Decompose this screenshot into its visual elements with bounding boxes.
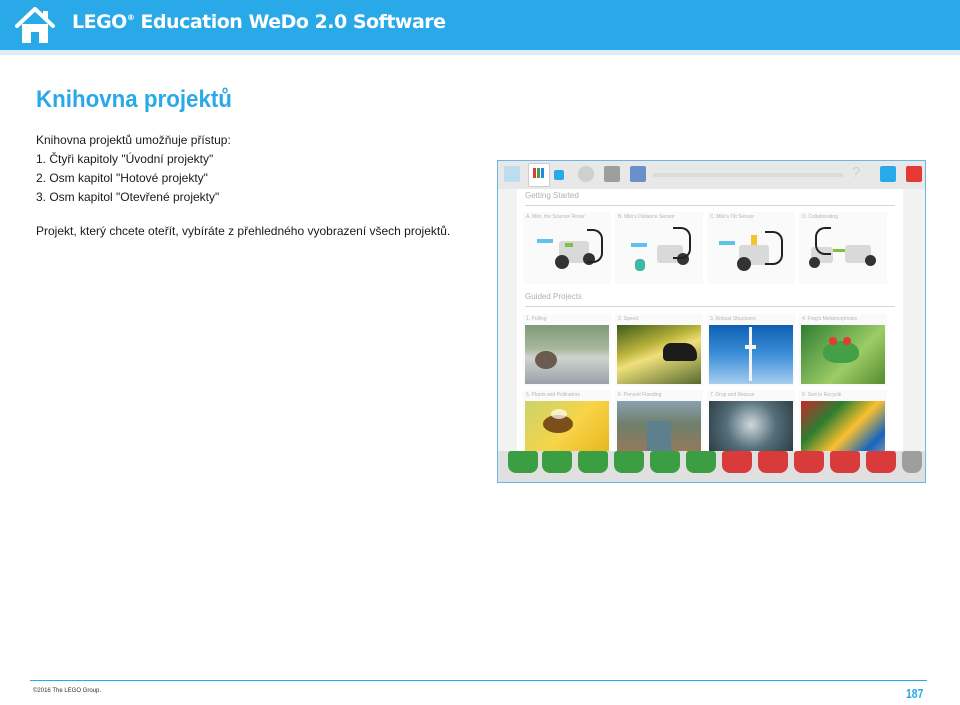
project-card[interactable]: 4. Frog's Metamorphosis <box>799 314 887 386</box>
robot-image <box>617 223 701 282</box>
block-palette <box>498 451 925 482</box>
copyright: ©2016 The LEGO Group. <box>33 688 102 694</box>
project-card[interactable]: 3. Robust Structures <box>707 314 795 386</box>
header-bar: LEGO® Education WeDo 2.0 Software <box>0 0 960 50</box>
list-item: 1. Čtyři kapitoly "Úvodní projekty" <box>36 152 214 166</box>
page-number: 187 <box>906 686 924 701</box>
project-card[interactable]: C. Milo's Tilt Sensor <box>707 212 795 284</box>
car-image <box>617 325 701 384</box>
camera-icon <box>604 166 620 182</box>
robot-image <box>709 223 793 282</box>
card-label: A. Milo, the Science Rover <box>526 214 585 220</box>
card-label: 2. Speed <box>618 316 639 322</box>
block-icon <box>554 170 564 180</box>
project-card[interactable]: 2. Speed <box>615 314 703 386</box>
card-label: 1. Pulling <box>526 316 547 322</box>
document-icon <box>630 166 646 182</box>
screen-icon <box>880 166 896 182</box>
gear-icon <box>578 166 594 182</box>
home-icon <box>504 166 520 182</box>
section-title: Getting Started <box>525 191 579 200</box>
help-icon: ? <box>852 164 861 181</box>
list-item: 3. Osm kapitol "Otevřené projekty" <box>36 190 220 204</box>
library-icon <box>528 163 550 187</box>
project-card[interactable]: D. Collaborating <box>799 212 887 284</box>
robot-image <box>525 223 609 282</box>
home-icon[interactable] <box>13 4 57 46</box>
card-label: B. Milo's Distance Sensor <box>618 214 675 220</box>
card-label: 8. Sort to Recycle <box>802 392 842 398</box>
body-text: Knihovna projektů umožňuje přístup: 1. Č… <box>36 131 476 239</box>
intro-text: Knihovna projektů umožňuje přístup: <box>36 133 231 147</box>
project-grid: Getting Started A. Milo, the Science Rov… <box>517 189 903 462</box>
progress-track <box>653 173 843 177</box>
stop-icon <box>906 166 922 182</box>
header-divider <box>0 50 960 55</box>
page-title: Knihovna projektů <box>36 86 232 113</box>
section-divider <box>525 306 895 307</box>
paragraph-text: Projekt, který chcete oteřít, vybíráte z… <box>36 224 451 238</box>
section-title: Guided Projects <box>525 292 582 301</box>
tower-image <box>709 325 793 384</box>
card-label: 6. Prevent Flooding <box>618 392 662 398</box>
card-label: D. Collaborating <box>802 214 838 220</box>
section-divider <box>525 205 895 206</box>
project-card[interactable]: A. Milo, the Science Rover <box>523 212 611 284</box>
project-card[interactable]: 1. Pulling <box>523 314 611 386</box>
card-label: 4. Frog's Metamorphosis <box>802 316 857 322</box>
rock-image <box>525 325 609 384</box>
screenshot-toolbar: ? <box>498 161 925 189</box>
header-title: LEGO® Education WeDo 2.0 Software <box>72 11 446 33</box>
footer-divider <box>30 680 927 681</box>
list-item: 2. Osm kapitol "Hotové projekty" <box>36 171 208 185</box>
project-library-screenshot: ? Getting Started A. Milo, the Science R… <box>497 160 926 483</box>
card-label: C. Milo's Tilt Sensor <box>710 214 755 220</box>
card-label: 3. Robust Structures <box>710 316 756 322</box>
frog-image <box>801 325 885 384</box>
project-card[interactable]: B. Milo's Distance Sensor <box>615 212 703 284</box>
card-label: 7. Drop and Rescue <box>710 392 755 398</box>
robot-image <box>801 223 885 282</box>
card-label: 5. Plants and Pollinators <box>526 392 580 398</box>
